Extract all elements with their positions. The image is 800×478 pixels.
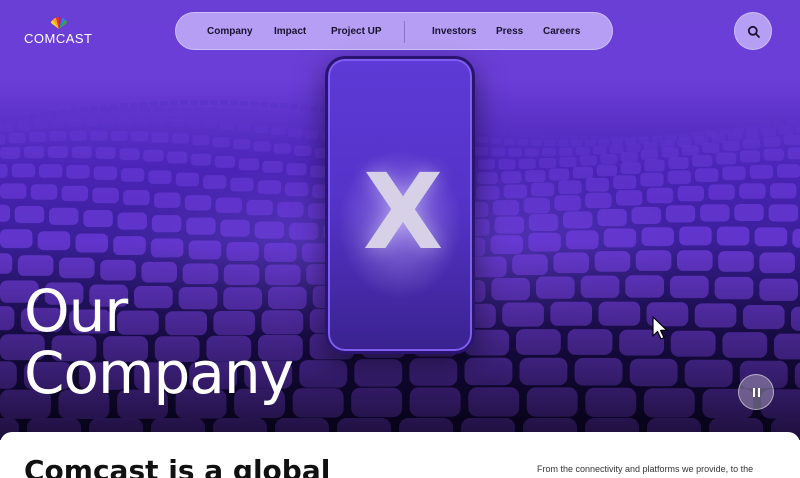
page-title-line-2: Company — [24, 339, 294, 407]
xfinity-x-logo: X — [363, 151, 444, 273]
comcast-logo[interactable]: COMCAST — [24, 17, 94, 47]
pause-button[interactable] — [738, 374, 774, 410]
page-title: Our Company — [24, 280, 354, 404]
search-button[interactable] — [734, 12, 772, 50]
intro-body: From the connectivity and platforms we p… — [537, 464, 754, 474]
brand-name: COMCAST — [24, 31, 93, 46]
nav-item-project-up[interactable]: Project UP — [331, 13, 382, 51]
nav-item-investors[interactable]: Investors — [432, 13, 476, 51]
main-nav: Company Impact Project UP Investors Pres… — [175, 12, 613, 50]
search-icon — [747, 25, 760, 38]
intro-section: Comcast is a global From the connectivit… — [0, 432, 800, 478]
nav-item-press[interactable]: Press — [496, 13, 523, 51]
intro-heading: Comcast is a global — [24, 454, 331, 478]
page-title-line-1: Our — [24, 277, 128, 345]
nav-item-careers[interactable]: Careers — [543, 13, 580, 51]
mouse-cursor — [652, 316, 668, 340]
nav-item-company[interactable]: Company — [207, 13, 253, 51]
nav-divider — [404, 21, 405, 43]
peacock-icon — [50, 17, 68, 29]
nav-item-impact[interactable]: Impact — [274, 13, 306, 51]
hero-section: X Our Company — [0, 0, 800, 440]
